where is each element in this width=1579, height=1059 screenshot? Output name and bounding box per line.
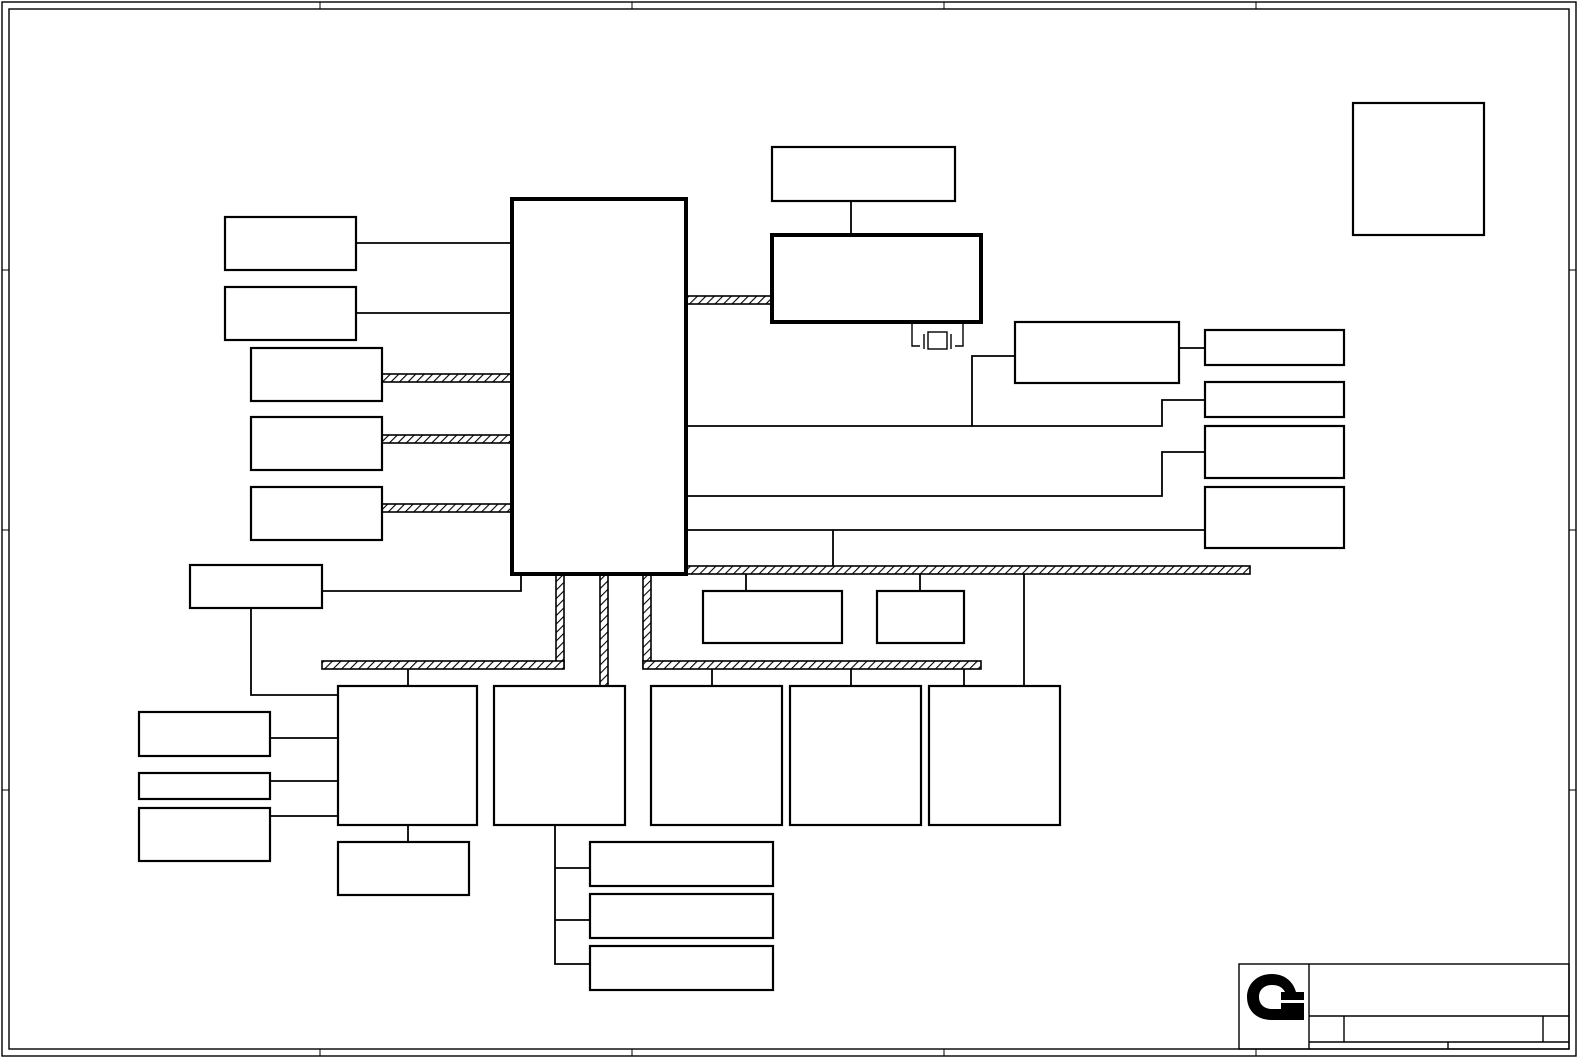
block-bottom-1 [336, 684, 479, 827]
schematic-canvas [1, 1, 1577, 1057]
block-right-1 [1203, 328, 1346, 367]
bus-drop-center [599, 573, 609, 687]
bus-lower-left [321, 660, 565, 670]
quanta-q-logo-icon [1247, 974, 1304, 1020]
block-left-4 [249, 415, 384, 472]
bus-cpu-to-north-block [685, 295, 773, 305]
block-far-left-3 [137, 806, 272, 863]
block-top-right-square [1351, 101, 1486, 237]
block-chain-2 [588, 892, 775, 940]
cpu-main-block [510, 197, 688, 576]
block-left-6 [188, 563, 324, 610]
bus-main-horizontal [685, 565, 1251, 575]
block-left-1 [223, 215, 358, 272]
block-bottom-4 [788, 684, 923, 827]
block-left-5 [249, 485, 384, 542]
block-far-left-2 [137, 771, 272, 801]
bus-left-3 [381, 503, 513, 513]
block-far-left-1 [137, 710, 272, 758]
block-top-center [770, 145, 957, 203]
block-right-4 [1203, 485, 1346, 550]
bus-drop-right [642, 573, 652, 669]
block-bottom-3 [649, 684, 784, 827]
bus-left-2 [381, 434, 513, 444]
block-mid-1 [701, 589, 844, 645]
block-chain-3 [588, 944, 775, 992]
block-right-2 [1203, 380, 1346, 419]
crystal-icon [911, 322, 964, 350]
bus-lower-right [642, 660, 982, 670]
bus-drop-left [555, 573, 565, 669]
block-bottom-2 [492, 684, 627, 827]
block-left-3 [249, 346, 384, 403]
block-right-hub [1013, 320, 1181, 385]
bus-left-1 [381, 373, 513, 383]
title-block [1238, 963, 1570, 1050]
block-bottom-5 [927, 684, 1062, 827]
block-left-2 [223, 285, 358, 342]
block-chain-1 [588, 840, 775, 888]
block-right-3 [1203, 424, 1346, 480]
blocks [137, 101, 1486, 992]
block-below-bottom-1 [336, 840, 471, 897]
north-block [770, 233, 983, 324]
block-mid-2 [875, 589, 966, 645]
